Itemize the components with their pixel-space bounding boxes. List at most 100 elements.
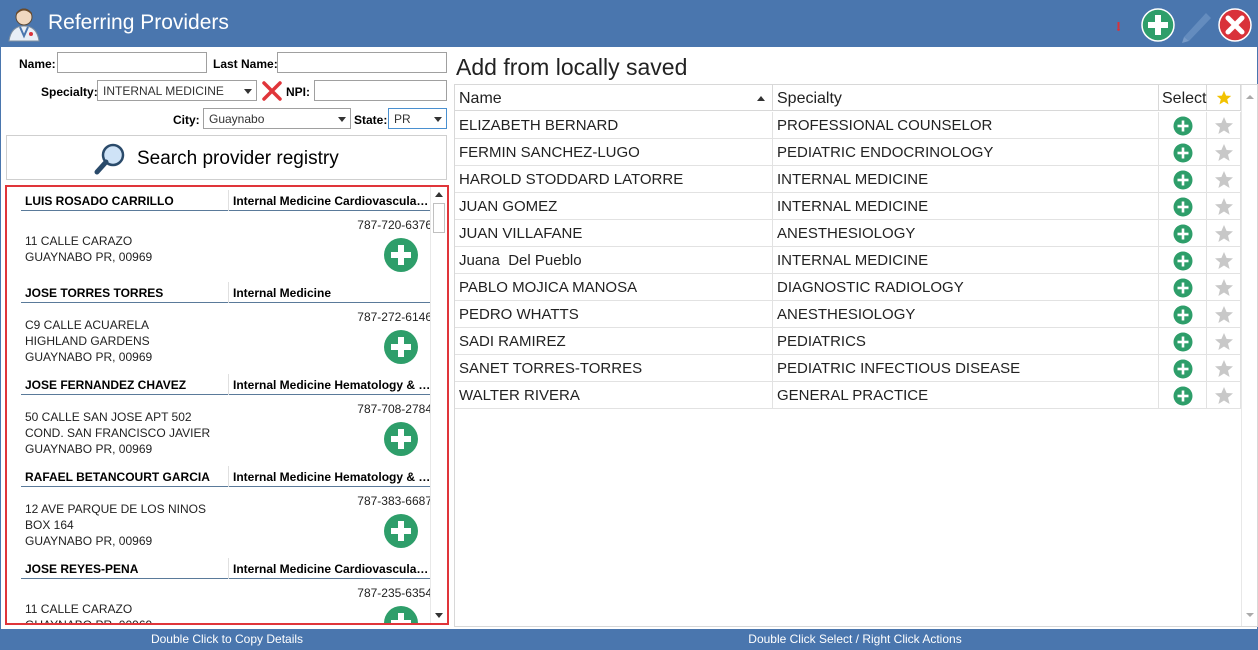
favorite-cell xyxy=(1207,247,1241,274)
provider-card[interactable]: JOSE REYES-PENA Internal Medicine Cardiov… xyxy=(21,558,434,625)
select-add-icon[interactable] xyxy=(1173,332,1193,352)
select-cell xyxy=(1159,112,1207,139)
scroll-down-icon[interactable] xyxy=(1246,613,1254,617)
provider-phone: 787-383-6687 xyxy=(357,494,432,508)
provider-address-line: GUAYNABO PR, 00969 xyxy=(25,442,153,456)
scroll-up-icon[interactable] xyxy=(435,192,443,197)
provider-specialty-cell: INTERNAL MEDICINE xyxy=(773,193,1159,220)
scroll-up-icon[interactable] xyxy=(1246,95,1254,99)
search-provider-registry-button[interactable]: Search provider registry xyxy=(6,135,447,180)
provider-name-cell: SADI RAMIREZ xyxy=(455,328,773,355)
provider-address-line: 11 CALLE CARAZO xyxy=(25,602,133,616)
provider-card[interactable]: LUIS ROSADO CARRILLO Internal Medicine Ca… xyxy=(21,190,434,282)
select-add-icon[interactable] xyxy=(1173,197,1193,217)
provider-card-header: JOSE FERNANDEZ CHAVEZ Internal Medicine H… xyxy=(21,374,434,395)
select-add-icon[interactable] xyxy=(1173,224,1193,244)
select-add-icon[interactable] xyxy=(1173,116,1193,136)
star-icon[interactable] xyxy=(1214,197,1234,217)
select-cell xyxy=(1159,274,1207,301)
edit-icon[interactable] xyxy=(1176,7,1216,43)
column-divider xyxy=(228,190,229,211)
saved-providers-table: Name Specialty Select ELIZABETH BERNARD P… xyxy=(454,84,1258,627)
table-row[interactable]: WALTER RIVERA GENERAL PRACTICE xyxy=(455,382,1241,409)
favorite-cell xyxy=(1207,220,1241,247)
close-icon[interactable] xyxy=(1217,7,1253,43)
select-cell xyxy=(1159,301,1207,328)
favorite-cell xyxy=(1207,328,1241,355)
table-row[interactable]: SADI RAMIREZ PEDIATRICS xyxy=(455,328,1241,355)
select-add-icon[interactable] xyxy=(1173,143,1193,163)
select-add-icon[interactable] xyxy=(1173,278,1193,298)
saved-section-title: Add from locally saved xyxy=(456,54,688,80)
city-select[interactable]: Guaynabo xyxy=(203,108,351,129)
table-row[interactable]: JUAN GOMEZ INTERNAL MEDICINE xyxy=(455,193,1241,220)
star-icon[interactable] xyxy=(1214,332,1234,352)
specialty-label: Specialty: xyxy=(41,85,98,99)
star-icon[interactable] xyxy=(1214,116,1234,136)
provider-card-header: LUIS ROSADO CARRILLO Internal Medicine Ca… xyxy=(21,190,434,211)
scroll-down-icon[interactable] xyxy=(435,613,443,618)
select-add-icon[interactable] xyxy=(1173,386,1193,406)
provider-name-cell: JUAN GOMEZ xyxy=(455,193,773,220)
star-icon[interactable] xyxy=(1214,251,1234,271)
add-provider-icon[interactable] xyxy=(383,329,419,365)
npi-field[interactable] xyxy=(314,80,447,101)
column-header-name[interactable]: Name xyxy=(455,85,773,111)
provider-name-cell: HAROLD STODDARD LATORRE xyxy=(455,166,773,193)
provider-name: JOSE FERNANDEZ CHAVEZ xyxy=(25,378,187,392)
column-divider xyxy=(228,282,229,303)
provider-address-line: 12 AVE PARQUE DE LOS NINOS xyxy=(25,502,206,516)
provider-specialty: Internal Medicine Cardiovascular Disease xyxy=(233,194,433,208)
add-provider-icon[interactable] xyxy=(383,237,419,273)
table-row[interactable]: FERMIN SANCHEZ-LUGO PEDIATRIC ENDOCRINOLO… xyxy=(455,139,1241,166)
window-title: Referring Providers xyxy=(48,11,229,34)
state-select[interactable]: PR xyxy=(388,108,447,129)
provider-name-cell: PEDRO WHATTS xyxy=(455,301,773,328)
add-provider-icon[interactable] xyxy=(1140,7,1176,43)
last-name-field[interactable] xyxy=(277,52,447,73)
provider-address-line: COND. SAN FRANCISCO JAVIER xyxy=(25,426,211,440)
star-icon[interactable] xyxy=(1214,359,1234,379)
select-cell xyxy=(1159,139,1207,166)
star-icon[interactable] xyxy=(1214,305,1234,325)
star-icon[interactable] xyxy=(1214,224,1234,244)
table-row[interactable]: SANET TORRES-TORRES PEDIATRIC INFECTIOUS … xyxy=(455,355,1241,382)
provider-card[interactable]: JOSE FERNANDEZ CHAVEZ Internal Medicine H… xyxy=(21,374,434,466)
table-row[interactable]: PABLO MOJICA MANOSA DIAGNOSTIC RADIOLOGY xyxy=(455,274,1241,301)
star-icon[interactable] xyxy=(1214,386,1234,406)
favorite-star-icon xyxy=(1216,90,1232,105)
table-row[interactable]: PEDRO WHATTS ANESTHESIOLOGY xyxy=(455,301,1241,328)
clear-specialty-icon[interactable] xyxy=(261,80,283,102)
select-add-icon[interactable] xyxy=(1173,359,1193,379)
table-row[interactable]: JUAN VILLAFANE ANESTHESIOLOGY xyxy=(455,220,1241,247)
table-scrollbar[interactable] xyxy=(1241,85,1257,626)
star-icon[interactable] xyxy=(1214,143,1234,163)
star-icon[interactable] xyxy=(1214,170,1234,190)
status-left-hint: Double Click to Copy Details xyxy=(150,632,304,646)
select-add-icon[interactable] xyxy=(1173,251,1193,271)
table-row[interactable]: HAROLD STODDARD LATORRE INTERNAL MEDICINE xyxy=(455,166,1241,193)
select-add-icon[interactable] xyxy=(1173,305,1193,325)
select-add-icon[interactable] xyxy=(1173,170,1193,190)
results-scrollbar[interactable] xyxy=(430,187,447,623)
table-row[interactable]: Juana Del Pueblo INTERNAL MEDICINE xyxy=(455,247,1241,274)
specialty-select[interactable]: INTERNAL MEDICINE xyxy=(97,80,257,101)
add-provider-icon[interactable] xyxy=(383,421,419,457)
provider-name-cell: JUAN VILLAFANE xyxy=(455,220,773,247)
add-provider-icon[interactable] xyxy=(383,605,419,625)
favorite-cell xyxy=(1207,382,1241,409)
scroll-thumb[interactable] xyxy=(433,203,445,233)
column-header-specialty[interactable]: Specialty xyxy=(773,85,1159,111)
column-header-favorite[interactable] xyxy=(1207,85,1241,111)
name-field[interactable] xyxy=(57,52,207,73)
column-header-select[interactable]: Select xyxy=(1159,85,1207,111)
provider-address-line: GUAYNABO PR, 00969 xyxy=(25,350,153,364)
star-icon[interactable] xyxy=(1214,278,1234,298)
provider-card[interactable]: RAFAEL BETANCOURT GARCIA Internal Medicin… xyxy=(21,466,434,558)
table-row[interactable]: ELIZABETH BERNARD PROFESSIONAL COUNSELOR xyxy=(455,112,1241,139)
column-specialty-label: Specialty xyxy=(777,90,842,107)
specialty-value: INTERNAL MEDICINE xyxy=(103,84,224,98)
provider-card[interactable]: JOSE TORRES TORRES Internal Medicine 787-2… xyxy=(21,282,434,374)
provider-specialty-cell: ANESTHESIOLOGY xyxy=(773,220,1159,247)
add-provider-icon[interactable] xyxy=(383,513,419,549)
